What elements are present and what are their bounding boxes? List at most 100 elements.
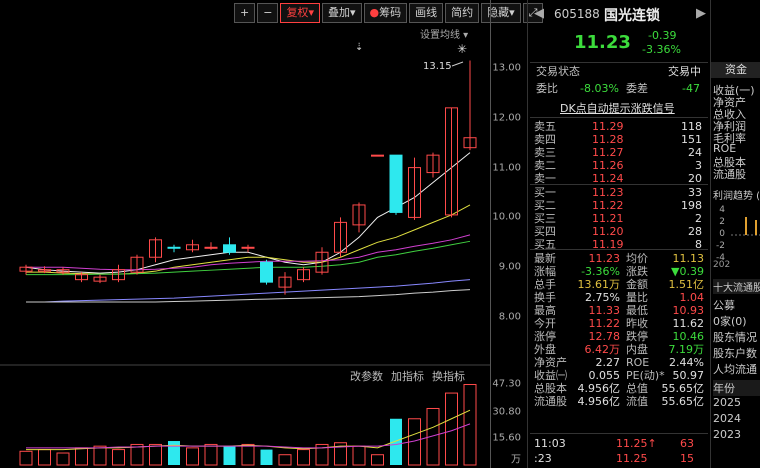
- ma-line: [26, 279, 471, 303]
- huaxian-button[interactable]: 画线: [409, 3, 444, 23]
- volume-bar: [56, 452, 70, 466]
- volume-bar: [297, 449, 310, 466]
- fuquan-button[interactable]: 复权▾: [280, 3, 320, 23]
- stock-name: 国光连锁: [604, 8, 660, 24]
- volume-bar: [168, 441, 180, 465]
- diejia-button[interactable]: 叠加▾: [321, 3, 362, 23]
- weibi-label: 委比: [536, 82, 558, 95]
- volume-bar: [371, 454, 384, 466]
- panel-divider: [527, 0, 528, 468]
- prev-stock-icon[interactable]: ◀: [534, 6, 544, 21]
- stat-value: 11.22: [588, 317, 621, 330]
- volume-bar: [149, 443, 162, 466]
- status-value: 交易中: [668, 65, 701, 78]
- add-indicator-link[interactable]: 加指标: [391, 368, 424, 384]
- holder-row: 0家(0): [713, 315, 747, 328]
- sell-level-row: 卖三 11.27 24: [530, 146, 708, 160]
- candle-body: [223, 244, 236, 253]
- stat-label: 涨幅: [534, 265, 556, 278]
- volume-bar: [260, 449, 273, 465]
- stat-value: 13.61万: [577, 278, 621, 291]
- stat-value: 50.97: [672, 369, 705, 382]
- tick-label: 9.00: [498, 261, 521, 273]
- holders-label[interactable]: 十大流通股: [713, 279, 760, 294]
- vol-tick-label: 30.80: [492, 406, 521, 418]
- level-volume: 3: [695, 159, 702, 172]
- stock-code: 605188: [554, 7, 600, 21]
- stat-value: 11.62: [672, 317, 705, 330]
- ma-settings-link[interactable]: 设置均线 ▾: [420, 26, 468, 41]
- weicha-value: -47: [682, 82, 700, 95]
- level-price: 11.28: [592, 133, 624, 146]
- level-label: 买二: [534, 199, 556, 212]
- tick-label: 10.00: [492, 211, 521, 223]
- stat-value: 4.956亿: [577, 382, 621, 395]
- level-volume: 28: [688, 225, 702, 238]
- stats-row: 外盘 6.42万 内盘 7.19万: [530, 343, 708, 357]
- volume-bar: [390, 418, 402, 465]
- volume-bar: [19, 450, 33, 466]
- stat-value: 55.65亿: [661, 395, 705, 408]
- level-volume: 198: [681, 199, 702, 212]
- star-icon[interactable]: ✳: [457, 42, 467, 56]
- finance-panel: 资金 收益(一) 净资产 总收入 净利润 毛利率 ROE 总股本 流通股 利润趋势 ( 420…: [710, 0, 760, 468]
- stat-label: 净资产: [534, 356, 567, 369]
- stat-label: 涨跌: [626, 265, 648, 278]
- tick-label: 11.00: [492, 162, 521, 174]
- stat-value: 2.44%: [669, 356, 704, 369]
- stat-label: 换手: [534, 291, 556, 304]
- buy-level-row: 买三 11.21 2: [530, 212, 708, 226]
- level-label: 买一: [534, 186, 556, 199]
- stats-row: 流通股 4.956亿 流值 55.65亿: [530, 395, 708, 409]
- vol-tick-label: 万: [511, 454, 521, 466]
- level-volume: 2: [695, 212, 702, 225]
- volume-bar: [352, 445, 366, 466]
- zoom-in-button[interactable]: +: [234, 3, 256, 23]
- volume-bar: [186, 447, 199, 466]
- level-volume: 151: [681, 133, 702, 146]
- sell-level-row: 卖四 11.28 151: [530, 133, 708, 147]
- volume-bar: [204, 443, 218, 466]
- kline-chart-panel[interactable]: + − 复权▾ 叠加▾ ●筹码 画线 简约 隐藏▾ ⤢ 设置均线 ▾ ⇣ ✳ 1…: [0, 0, 544, 468]
- level-label: 卖四: [534, 133, 556, 146]
- jianyue-button[interactable]: 简约: [445, 3, 480, 23]
- stat-label: 收益㈠: [534, 369, 567, 382]
- stats-row: 换手 2.75% 量比 1.04: [530, 291, 708, 305]
- trend-year: 202: [713, 260, 731, 270]
- tick-price: 11.25: [616, 452, 648, 465]
- level-price: 11.21: [592, 212, 624, 225]
- level-label: 卖二: [534, 159, 556, 172]
- stat-label: 昨收: [626, 317, 648, 330]
- chouma-button[interactable]: ●筹码: [363, 3, 408, 23]
- stat-value: 7.19万: [668, 343, 705, 356]
- volume-bar: [112, 449, 125, 466]
- next-stock-icon[interactable]: ▶: [696, 6, 706, 21]
- level-price: 11.29: [592, 120, 624, 133]
- price-change-pct: -3.36%: [642, 43, 681, 56]
- buy-level-row: 买四 11.20 28: [530, 225, 708, 239]
- tab-zijin[interactable]: 资金: [711, 62, 760, 78]
- stats-row: 总手 13.61万 金额 1.51亿: [530, 278, 708, 292]
- zoom-out-button[interactable]: −: [257, 3, 279, 23]
- weibi-value: -8.03%: [580, 82, 619, 95]
- volume-bar: [93, 445, 107, 466]
- stats-row: 涨停 12.78 跌停 10.46: [530, 330, 708, 344]
- change-params-link[interactable]: 改参数: [350, 368, 383, 384]
- status-label: 交易状态: [536, 65, 580, 78]
- price-change: -0.39: [648, 29, 677, 42]
- stats-row: 涨幅 -3.36% 涨跌 ▼0.39: [530, 265, 708, 279]
- sell-level-row: 卖二 11.26 3: [530, 159, 708, 173]
- stats-row: 净资产 2.27 ROE 2.44%: [530, 356, 708, 370]
- stat-value: 11.33: [588, 304, 621, 317]
- dk-signal-link[interactable]: DK点自动提示涨跌信号: [560, 100, 675, 116]
- stat-label: 总值: [626, 382, 648, 395]
- stat-value: 2.75%: [585, 291, 620, 304]
- pin-icon[interactable]: ⇣: [355, 42, 363, 53]
- switch-indicator-link[interactable]: 换指标: [432, 368, 465, 384]
- tick-volume: 15: [680, 452, 694, 465]
- stat-label: 今开: [534, 317, 556, 330]
- year-row: 2025: [713, 396, 741, 409]
- tick-row: 11:03 11.25↑ 63: [530, 437, 708, 451]
- buy-level-row: 买一 11.23 33: [530, 186, 708, 200]
- volume-bar: [38, 449, 51, 466]
